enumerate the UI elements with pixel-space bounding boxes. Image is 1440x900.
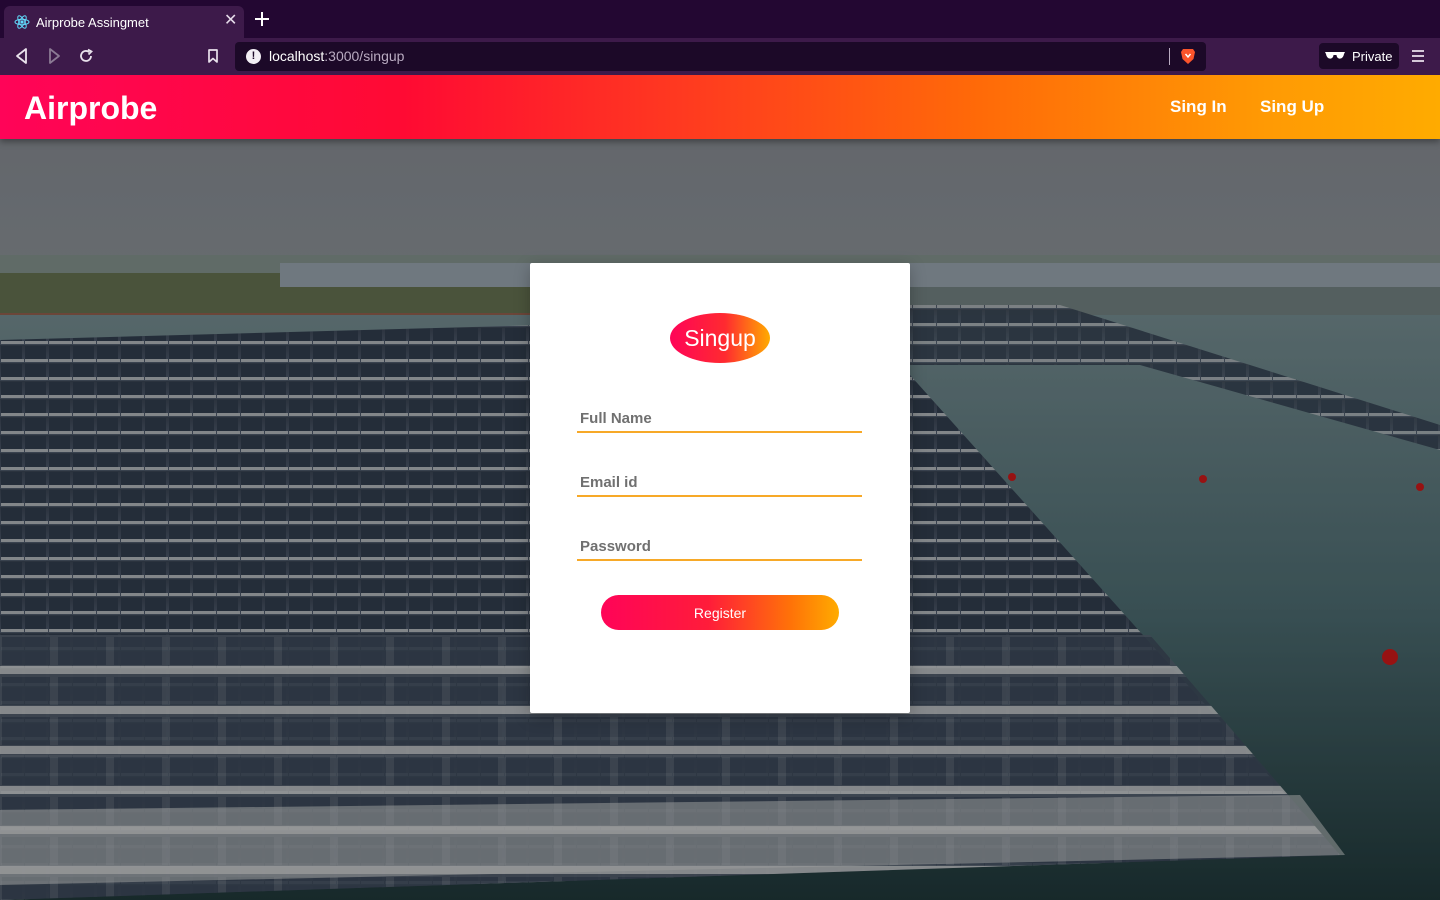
address-bar[interactable]: ! localhost:3000/singup [235, 42, 1206, 71]
brave-shields-icon[interactable] [1180, 47, 1196, 65]
forward-icon[interactable] [45, 47, 63, 65]
url-divider [1169, 48, 1170, 65]
url-text: localhost:3000/singup [269, 48, 404, 64]
browser-tab[interactable]: Airprobe Assingmet ✕ [4, 6, 244, 38]
back-icon[interactable] [13, 47, 31, 65]
tab-title: Airprobe Assingmet [36, 15, 149, 30]
page-viewport: Airprobe Sing In Sing Up Singup Register [0, 75, 1440, 900]
form-title: Singup [670, 313, 770, 363]
private-label: Private [1352, 49, 1393, 64]
signup-card: Singup Register [530, 263, 910, 713]
browser-menu-icon[interactable] [1410, 48, 1426, 64]
email-input[interactable] [577, 469, 862, 497]
browser-tab-strip: Airprobe Assingmet ✕ [0, 0, 1440, 38]
register-button[interactable]: Register [601, 595, 839, 630]
private-window-badge[interactable]: Private [1319, 43, 1399, 69]
site-info-icon[interactable]: ! [246, 49, 261, 64]
site-navbar: Airprobe Sing In Sing Up [0, 75, 1440, 139]
reload-icon[interactable] [77, 47, 95, 65]
private-glasses-icon [1325, 52, 1345, 59]
nav-link-sign-up[interactable]: Sing Up [1260, 97, 1324, 117]
browser-toolbar: ! localhost:3000/singup Private [0, 38, 1440, 75]
new-tab-icon[interactable] [252, 9, 272, 29]
close-tab-icon[interactable]: ✕ [224, 12, 237, 30]
full-name-input[interactable] [577, 405, 862, 433]
url-path: :3000/singup [324, 48, 405, 64]
react-atom-icon [14, 15, 30, 29]
password-input[interactable] [577, 533, 862, 561]
bookmark-icon[interactable] [204, 47, 222, 65]
nav-link-sign-in[interactable]: Sing In [1170, 97, 1227, 117]
url-host: localhost [269, 48, 325, 64]
brand-logo-text[interactable]: Airprobe [24, 90, 157, 127]
